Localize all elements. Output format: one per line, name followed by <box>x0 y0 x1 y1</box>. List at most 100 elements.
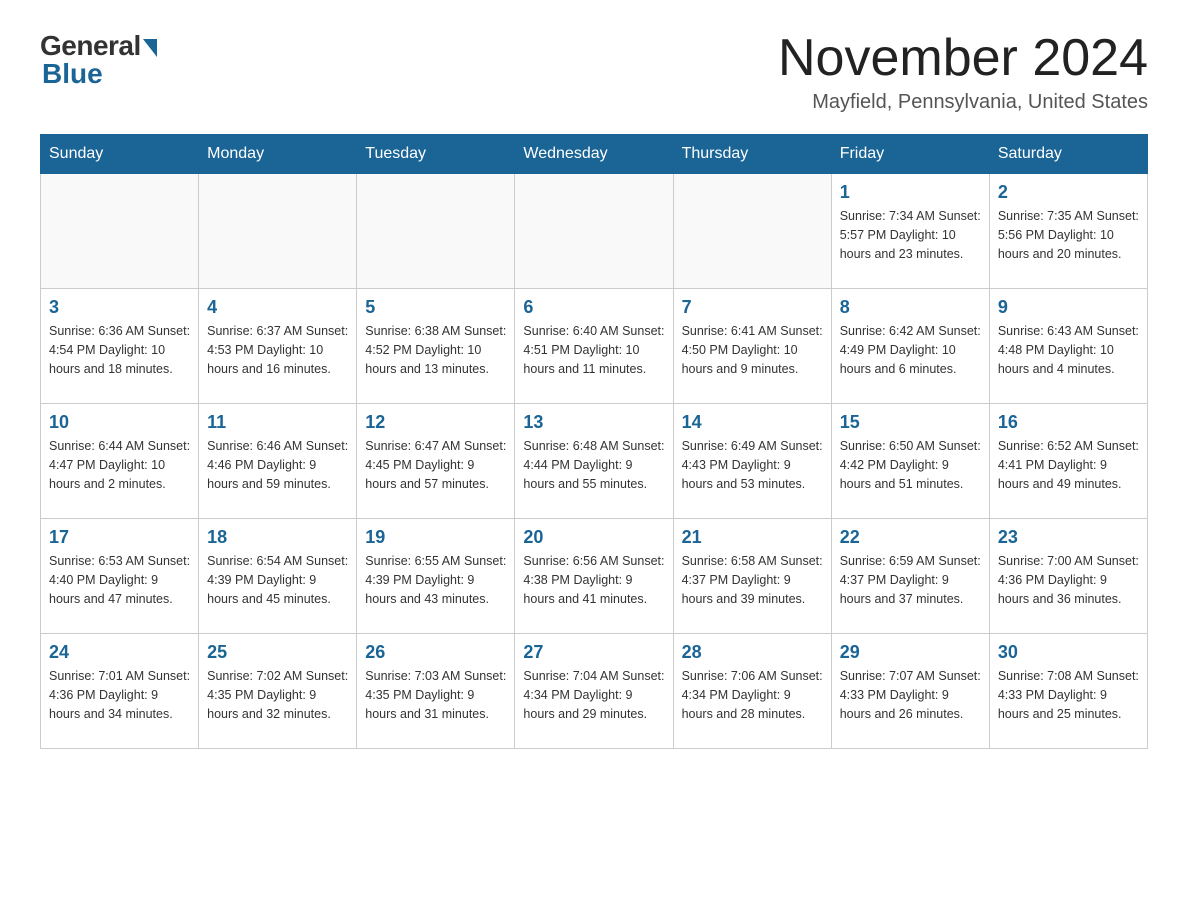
day-info: Sunrise: 6:48 AM Sunset: 4:44 PM Dayligh… <box>523 437 664 493</box>
day-number: 1 <box>840 182 981 203</box>
page-header: General Blue November 2024 Mayfield, Pen… <box>40 30 1148 114</box>
calendar-day-header: Thursday <box>673 135 831 174</box>
day-info: Sunrise: 7:34 AM Sunset: 5:57 PM Dayligh… <box>840 207 981 263</box>
calendar-day-header: Tuesday <box>357 135 515 174</box>
day-number: 18 <box>207 527 348 548</box>
day-number: 19 <box>365 527 506 548</box>
calendar-day-cell: 18 Sunrise: 6:54 AM Sunset: 4:39 PM Dayli… <box>199 519 357 634</box>
calendar-day-cell: 27 Sunrise: 7:04 AM Sunset: 4:34 PM Dayli… <box>515 634 673 749</box>
calendar-week-row: 10Sunrise: 6:44 AM Sunset: 4:47 PM Dayli… <box>41 404 1148 519</box>
calendar-day-cell <box>515 174 673 289</box>
title-block: November 2024 Mayfield, Pennsylvania, Un… <box>778 30 1148 114</box>
calendar-week-row: 24 Sunrise: 7:01 AM Sunset: 4:36 PM Dayli… <box>41 634 1148 749</box>
day-number: 16 <box>998 412 1139 433</box>
day-number: 24 <box>49 642 190 663</box>
calendar-day-header: Sunday <box>41 135 199 174</box>
day-number: 15 <box>840 412 981 433</box>
day-info: Sunrise: 7:08 AM Sunset: 4:33 PM Dayligh… <box>998 667 1139 723</box>
day-number: 26 <box>365 642 506 663</box>
day-number: 23 <box>998 527 1139 548</box>
day-info: Sunrise: 7:00 AM Sunset: 4:36 PM Dayligh… <box>998 552 1139 608</box>
day-number: 22 <box>840 527 981 548</box>
day-info: Sunrise: 6:54 AM Sunset: 4:39 PM Dayligh… <box>207 552 348 608</box>
day-info: Sunrise: 6:46 AM Sunset: 4:46 PM Dayligh… <box>207 437 348 493</box>
day-info: Sunrise: 7:35 AM Sunset: 5:56 PM Dayligh… <box>998 207 1139 263</box>
day-info: Sunrise: 6:40 AM Sunset: 4:51 PM Dayligh… <box>523 322 664 378</box>
day-info: Sunrise: 7:07 AM Sunset: 4:33 PM Dayligh… <box>840 667 981 723</box>
day-info: Sunrise: 6:56 AM Sunset: 4:38 PM Dayligh… <box>523 552 664 608</box>
day-number: 21 <box>682 527 823 548</box>
calendar-day-cell: 15 Sunrise: 6:50 AM Sunset: 4:42 PM Dayli… <box>831 404 989 519</box>
day-number: 9 <box>998 297 1139 318</box>
calendar-day-cell: 3 Sunrise: 6:36 AM Sunset: 4:54 PM Daylig… <box>41 289 199 404</box>
day-info: Sunrise: 7:03 AM Sunset: 4:35 PM Dayligh… <box>365 667 506 723</box>
calendar-week-row: 17 Sunrise: 6:53 AM Sunset: 4:40 PM Dayli… <box>41 519 1148 634</box>
calendar-day-cell: 16 Sunrise: 6:52 AM Sunset: 4:41 PM Dayli… <box>989 404 1147 519</box>
calendar-day-cell: 28 Sunrise: 7:06 AM Sunset: 4:34 PM Dayli… <box>673 634 831 749</box>
calendar-day-cell: 19 Sunrise: 6:55 AM Sunset: 4:39 PM Dayli… <box>357 519 515 634</box>
calendar-day-cell: 26 Sunrise: 7:03 AM Sunset: 4:35 PM Dayli… <box>357 634 515 749</box>
calendar-day-cell: 14Sunrise: 6:49 AM Sunset: 4:43 PM Dayli… <box>673 404 831 519</box>
calendar-day-cell <box>41 174 199 289</box>
location-subtitle: Mayfield, Pennsylvania, United States <box>778 91 1148 114</box>
day-number: 5 <box>365 297 506 318</box>
calendar-day-cell: 11Sunrise: 6:46 AM Sunset: 4:46 PM Dayli… <box>199 404 357 519</box>
calendar-day-cell: 13 Sunrise: 6:48 AM Sunset: 4:44 PM Dayli… <box>515 404 673 519</box>
calendar-day-cell <box>199 174 357 289</box>
day-info: Sunrise: 7:02 AM Sunset: 4:35 PM Dayligh… <box>207 667 348 723</box>
day-number: 7 <box>682 297 823 318</box>
day-info: Sunrise: 6:36 AM Sunset: 4:54 PM Dayligh… <box>49 322 190 378</box>
day-info: Sunrise: 6:59 AM Sunset: 4:37 PM Dayligh… <box>840 552 981 608</box>
day-number: 6 <box>523 297 664 318</box>
day-number: 28 <box>682 642 823 663</box>
day-number: 4 <box>207 297 348 318</box>
calendar-day-cell: 1 Sunrise: 7:34 AM Sunset: 5:57 PM Daylig… <box>831 174 989 289</box>
day-number: 2 <box>998 182 1139 203</box>
calendar-day-cell: 4 Sunrise: 6:37 AM Sunset: 4:53 PM Daylig… <box>199 289 357 404</box>
calendar-day-cell: 8Sunrise: 6:42 AM Sunset: 4:49 PM Daylig… <box>831 289 989 404</box>
day-info: Sunrise: 6:53 AM Sunset: 4:40 PM Dayligh… <box>49 552 190 608</box>
logo: General Blue <box>40 30 157 90</box>
day-number: 3 <box>49 297 190 318</box>
calendar-day-cell: 12Sunrise: 6:47 AM Sunset: 4:45 PM Dayli… <box>357 404 515 519</box>
calendar-day-cell: 25 Sunrise: 7:02 AM Sunset: 4:35 PM Dayli… <box>199 634 357 749</box>
logo-blue-text: Blue <box>42 58 103 90</box>
calendar-day-cell: 9 Sunrise: 6:43 AM Sunset: 4:48 PM Daylig… <box>989 289 1147 404</box>
calendar-day-cell: 17 Sunrise: 6:53 AM Sunset: 4:40 PM Dayli… <box>41 519 199 634</box>
day-number: 25 <box>207 642 348 663</box>
day-info: Sunrise: 6:55 AM Sunset: 4:39 PM Dayligh… <box>365 552 506 608</box>
calendar-header-row: SundayMondayTuesdayWednesdayThursdayFrid… <box>41 135 1148 174</box>
calendar-day-cell: 10Sunrise: 6:44 AM Sunset: 4:47 PM Dayli… <box>41 404 199 519</box>
day-info: Sunrise: 7:06 AM Sunset: 4:34 PM Dayligh… <box>682 667 823 723</box>
calendar-week-row: 1 Sunrise: 7:34 AM Sunset: 5:57 PM Daylig… <box>41 174 1148 289</box>
day-info: Sunrise: 6:58 AM Sunset: 4:37 PM Dayligh… <box>682 552 823 608</box>
calendar-day-cell: 7 Sunrise: 6:41 AM Sunset: 4:50 PM Daylig… <box>673 289 831 404</box>
day-info: Sunrise: 6:38 AM Sunset: 4:52 PM Dayligh… <box>365 322 506 378</box>
day-number: 17 <box>49 527 190 548</box>
calendar-table: SundayMondayTuesdayWednesdayThursdayFrid… <box>40 134 1148 749</box>
day-number: 13 <box>523 412 664 433</box>
day-number: 27 <box>523 642 664 663</box>
calendar-day-header: Monday <box>199 135 357 174</box>
day-info: Sunrise: 6:43 AM Sunset: 4:48 PM Dayligh… <box>998 322 1139 378</box>
calendar-day-cell: 30Sunrise: 7:08 AM Sunset: 4:33 PM Dayli… <box>989 634 1147 749</box>
calendar-day-cell: 2 Sunrise: 7:35 AM Sunset: 5:56 PM Daylig… <box>989 174 1147 289</box>
logo-arrow-icon <box>143 39 157 57</box>
day-number: 14 <box>682 412 823 433</box>
calendar-week-row: 3 Sunrise: 6:36 AM Sunset: 4:54 PM Daylig… <box>41 289 1148 404</box>
day-info: Sunrise: 6:37 AM Sunset: 4:53 PM Dayligh… <box>207 322 348 378</box>
calendar-day-cell: 29Sunrise: 7:07 AM Sunset: 4:33 PM Dayli… <box>831 634 989 749</box>
month-title: November 2024 <box>778 30 1148 87</box>
calendar-day-cell <box>357 174 515 289</box>
calendar-day-cell: 24 Sunrise: 7:01 AM Sunset: 4:36 PM Dayli… <box>41 634 199 749</box>
day-info: Sunrise: 6:50 AM Sunset: 4:42 PM Dayligh… <box>840 437 981 493</box>
day-info: Sunrise: 7:01 AM Sunset: 4:36 PM Dayligh… <box>49 667 190 723</box>
day-number: 8 <box>840 297 981 318</box>
day-info: Sunrise: 6:41 AM Sunset: 4:50 PM Dayligh… <box>682 322 823 378</box>
calendar-day-cell: 20 Sunrise: 6:56 AM Sunset: 4:38 PM Dayli… <box>515 519 673 634</box>
day-info: Sunrise: 7:04 AM Sunset: 4:34 PM Dayligh… <box>523 667 664 723</box>
day-number: 12 <box>365 412 506 433</box>
day-info: Sunrise: 6:52 AM Sunset: 4:41 PM Dayligh… <box>998 437 1139 493</box>
day-number: 20 <box>523 527 664 548</box>
calendar-day-header: Wednesday <box>515 135 673 174</box>
